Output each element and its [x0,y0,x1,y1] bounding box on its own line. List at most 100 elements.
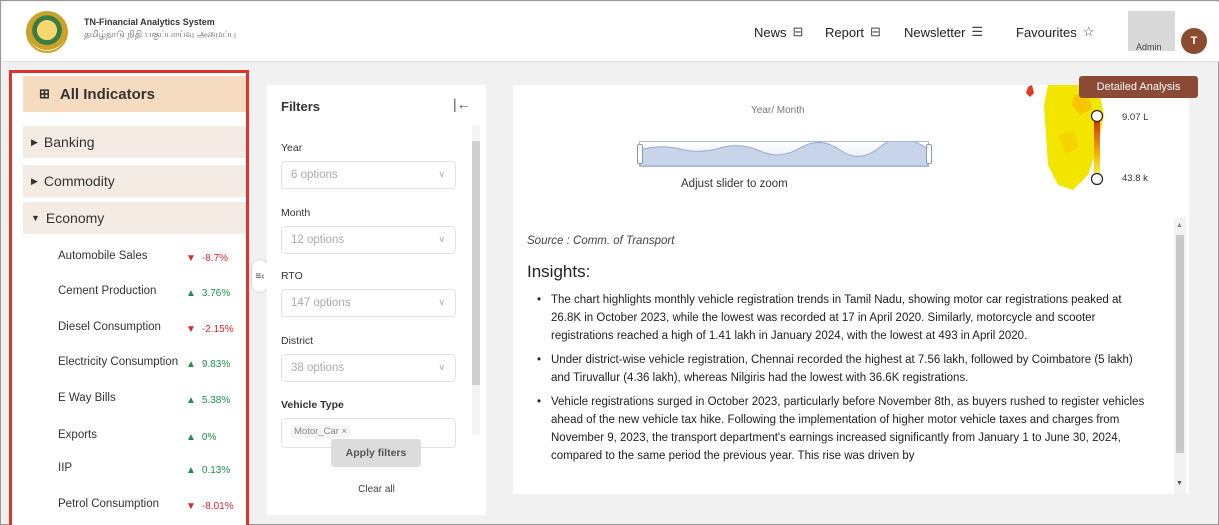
indicator-name: E Way Bills [58,392,116,404]
indicator-e-way-bills[interactable]: E Way Bills ▲ 5.38% [58,392,246,412]
indicator-change: ▲ 9.83% [186,359,230,370]
indicator-iip[interactable]: IIP ▲ 0.13% [58,462,246,482]
indicator-name: Automobile Sales [58,250,148,262]
filters-panel: Filters |← Year 6 options ∨ Month 12 opt… [267,85,486,515]
indicator-electricity-consumption[interactable]: Electricity Consumption ▲ 9.83% [58,356,246,376]
trend-down-icon: ▼ [186,324,196,335]
all-indicators-label: All Indicators [59,85,155,103]
tag-label: Motor_Car [294,426,339,437]
indicator-change: ▼ -8.01% [186,501,234,512]
collapse-menu-icon: ≡‹ [255,270,265,282]
nav-newsletter[interactable]: Newsletter ☰ [904,24,983,40]
indicator-petrol-consumption[interactable]: Petrol Consumption ▼ -8.01% [58,498,246,518]
change-value: 5.38% [201,395,231,406]
filters-title: Filters [281,99,321,114]
chevron-down-icon: ∨ [438,169,445,179]
nav-favourites-label: Favourites [1016,24,1077,40]
category-commodity[interactable]: ▶ Commodity [23,165,246,197]
caret-right-icon: ▶ [31,136,38,147]
legend-max-value: 9.07 L [1122,112,1149,123]
category-label: Economy [45,210,105,226]
trend-down-icon: ▼ [186,253,196,264]
close-icon[interactable]: × [342,426,348,437]
nav-favourites[interactable]: Favourites ☆ [1016,24,1094,40]
indicator-change: ▼ -2.15% [186,324,234,335]
trend-up-icon: ▲ [186,432,196,443]
vehicle-type-label: Vehicle Type [281,399,344,411]
hierarchy-icon: ⊞ [39,86,50,101]
caret-right-icon: ▶ [31,175,38,186]
change-value: -8.7% [201,253,229,264]
insights-scrollbar-thumb[interactable] [1176,235,1184,453]
insight-item: Under district-wise vehicle registration… [533,351,1147,387]
indicator-name: IIP [58,462,73,474]
user-role-label: Admin [1136,42,1162,52]
slider-preview-area [640,142,928,166]
insight-item: Vehicle registrations surged in October … [533,393,1147,465]
district-select[interactable]: 38 options ∨ [281,354,456,382]
zoom-hint: Adjust slider to zoom [681,178,788,190]
all-indicators-header[interactable]: ⊞ All Indicators [23,76,246,112]
change-value: 3.76% [201,288,231,299]
apply-filters-button[interactable]: Apply filters [331,439,421,467]
district-label: District [281,335,314,347]
star-icon: ☆ [1082,24,1095,39]
category-economy[interactable]: ▼ Economy [23,202,246,234]
indicator-name: Exports [58,429,97,441]
app-title: TN-Financial Analytics System [84,17,215,27]
category-label: Banking [43,134,95,150]
slider-left-handle[interactable] [637,144,643,164]
category-banking[interactable]: ▶ Banking [23,126,246,158]
filters-scrollbar-thumb[interactable] [472,141,480,385]
indicator-change: ▼ -8.7% [186,253,228,264]
district-select-value: 38 options [291,362,345,374]
report-icon: ⊟ [870,24,881,39]
source-note: Source : Comm. of Transport [527,235,675,247]
tn-emblem-logo [26,11,68,53]
rto-label: RTO [281,270,303,282]
chevron-down-icon: ∨ [438,362,445,372]
news-icon: ⊟ [792,24,804,39]
indicator-cement-production[interactable]: Cement Production ▲ 3.76% [58,285,246,305]
indicator-name: Diesel Consumption [58,321,161,333]
selected-tag[interactable]: Motor_Car × [291,425,351,438]
month-select[interactable]: 12 options ∨ [281,226,456,254]
indicator-automobile-sales[interactable]: Automobile Sales ▼ -8.7% [58,250,246,270]
rto-select-value: 147 options [291,297,351,309]
indicator-name: Electricity Consumption [58,356,179,368]
indicator-exports[interactable]: Exports ▲ 0% [58,429,246,449]
month-select-value: 12 options [291,234,345,246]
slider-right-handle[interactable] [926,144,932,164]
nav-report-label: Report [825,24,865,40]
indicator-change: ▲ 3.76% [186,288,230,299]
indicator-name: Cement Production [58,285,157,297]
year-label: Year [281,142,303,154]
insights-list: The chart highlights monthly vehicle reg… [533,291,1147,471]
indicator-change: ▲ 5.38% [186,395,230,406]
rto-select[interactable]: 147 options ∨ [281,289,456,317]
indicator-diesel-consumption[interactable]: Diesel Consumption ▼ -2.15% [58,321,246,341]
legend-min-value: 43.8 k [1122,173,1148,184]
insights-title: Insights: [527,262,591,281]
change-value: 9.83% [201,359,231,370]
collapse-filters-icon[interactable]: |← [453,96,471,112]
trend-down-icon: ▼ [186,501,196,512]
category-label: Commodity [43,173,115,189]
year-select[interactable]: 6 options ∨ [281,161,456,189]
nav-news-label: News [754,24,787,40]
scroll-down-icon[interactable]: ▼ [1176,480,1183,487]
detailed-analysis-button[interactable]: Detailed Analysis [1079,76,1198,98]
change-value: 0% [201,432,217,443]
app-window: TN-Financial Analytics System தமிழ்நாடு … [0,0,1219,525]
avatar[interactable]: T [1181,28,1207,54]
scroll-up-icon[interactable]: ▲ [1176,222,1183,229]
indicator-name: Petrol Consumption [58,498,159,510]
nav-news[interactable]: News ⊟ [754,24,803,40]
chevron-down-icon: ∨ [438,297,445,307]
x-axis-label: Year/ Month [751,105,805,116]
indicator-change: ▲ 0.13% [186,465,230,476]
nav-report[interactable]: Report ⊟ [825,24,881,40]
clear-all-link[interactable]: Clear all [267,484,486,495]
zoom-slider[interactable] [637,141,932,167]
main-content: Year/ Month Adjust slider to zoom 9.07 L… [513,85,1189,494]
